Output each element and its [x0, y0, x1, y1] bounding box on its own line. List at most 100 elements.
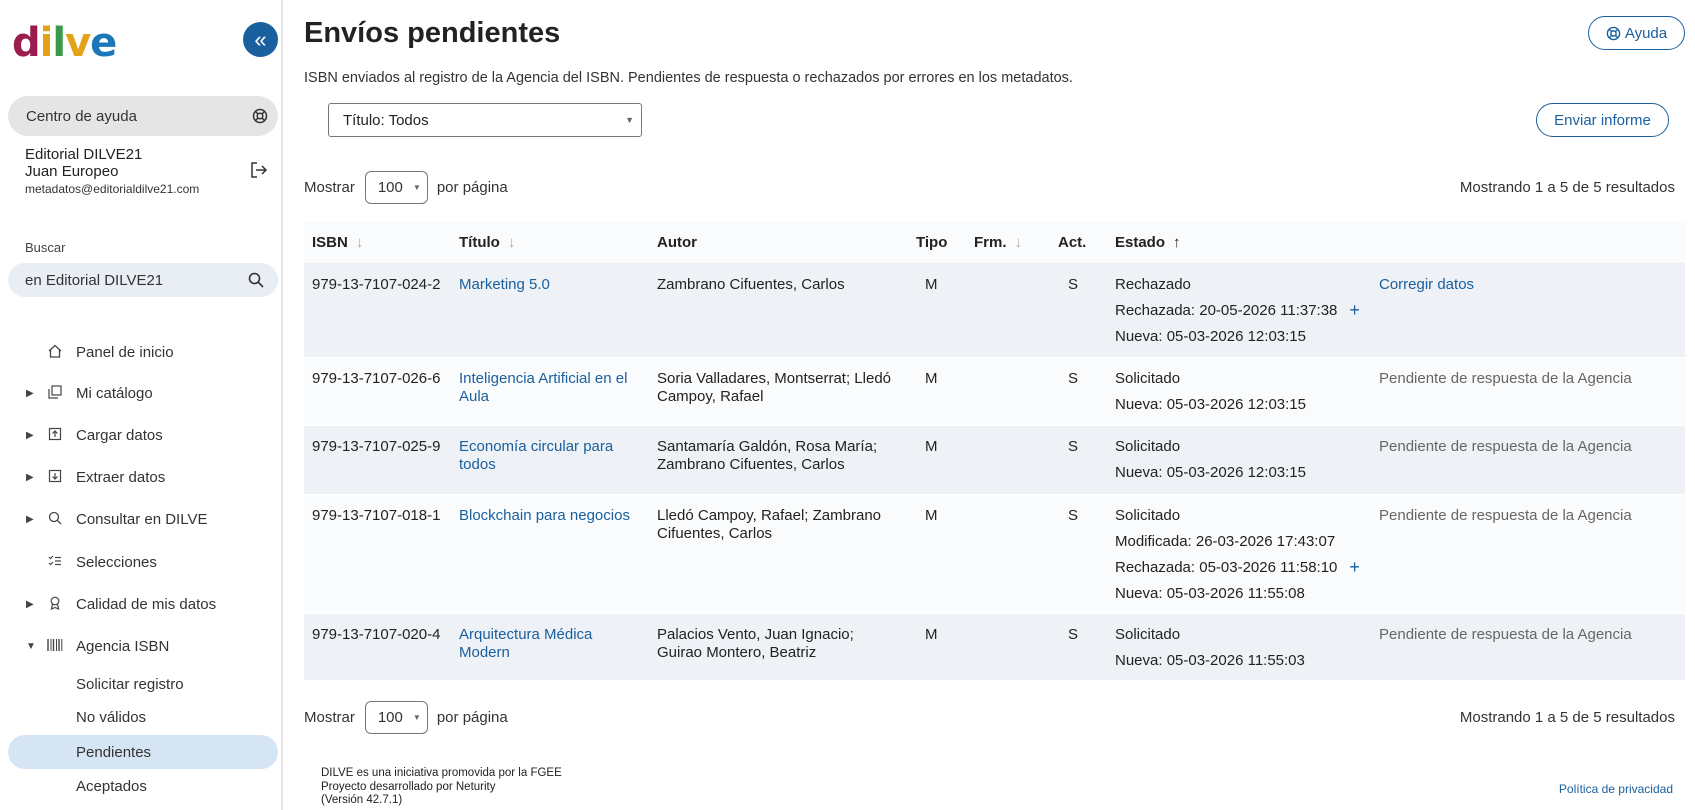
title-link[interactable]: Economía circular para todos	[459, 438, 634, 474]
help-button[interactable]: Ayuda	[1588, 16, 1685, 50]
sidebar-item-pendientes[interactable]: Pendientes	[8, 735, 278, 769]
tipo-cell: M	[925, 370, 938, 387]
sidebar-item-solicitar-registro[interactable]: Solicitar registro	[8, 668, 278, 700]
user-info: Editorial DILVE21 Juan Europeo metadatos…	[25, 146, 275, 198]
search-icon[interactable]	[248, 272, 264, 288]
pending-status: Pendiente de respuesta de la Agencia	[1379, 438, 1632, 455]
estado-history: Rechazada: 05-03-2026 11:58:10	[1115, 559, 1338, 576]
privacy-policy-link[interactable]: Política de privacidad	[1559, 782, 1673, 796]
title-filter-value: Título: Todos	[343, 111, 429, 129]
col-estado-header[interactable]: Estado ↑	[1115, 234, 1181, 251]
pending-status: Pendiente de respuesta de la Agencia	[1379, 507, 1632, 524]
column-label: ISBN	[312, 234, 348, 251]
search-input[interactable]: en Editorial DILVE21	[8, 263, 278, 297]
col-tipo-header: Tipo	[916, 234, 947, 251]
author-cell: Santamaría Galdón, Rosa María; Zambrano …	[657, 438, 878, 473]
sidebar-item-label: Aceptados	[76, 777, 147, 795]
home-icon	[46, 344, 64, 361]
table-row: 979-13-7107-025-9 Economía circular para…	[304, 426, 1685, 495]
sidebar-item-agencia-isbn[interactable]: ▼ Agencia ISBN	[8, 629, 278, 663]
help-button-label: Ayuda	[1624, 24, 1668, 42]
estado-cell: Rechazado Rechazada: 20-05-2026 11:37:38…	[1115, 276, 1360, 354]
sidebar-item-selecciones[interactable]: Selecciones	[8, 545, 278, 579]
sidebar-item-mi-catalogo[interactable]: ▶ Mi catálogo	[8, 376, 278, 410]
help-center-button[interactable]: Centro de ayuda	[8, 96, 278, 136]
estado-history: Rechazada: 20-05-2026 11:37:38	[1115, 302, 1338, 319]
column-label: Act.	[1058, 234, 1087, 251]
logout-icon[interactable]	[250, 162, 268, 183]
pending-table: ISBN ↓ Título ↓ Autor Tipo Frm. ↓ Act. Esta…	[304, 222, 1685, 681]
per-page-select[interactable]: 100 ▼	[364, 170, 428, 204]
column-label: Tipo	[916, 234, 948, 251]
estado-status: Solicitado	[1115, 438, 1181, 455]
estado-history: Nueva: 05-03-2026 12:03:15	[1115, 328, 1306, 345]
footer-info: DILVE es una iniciativa promovida por la…	[321, 767, 562, 808]
per-page-select[interactable]: 100 ▼	[364, 700, 428, 734]
tipo-cell: M	[925, 626, 938, 643]
estado-status: Solicitado	[1115, 626, 1181, 643]
estado-history: Nueva: 05-03-2026 12:03:15	[1115, 396, 1306, 413]
search-label: Buscar	[25, 240, 66, 255]
send-report-button[interactable]: Enviar informe	[1536, 103, 1669, 137]
expand-plus-icon[interactable]: +	[1349, 558, 1360, 576]
sidebar-item-label: Agencia ISBN	[76, 637, 170, 655]
logo-letter: v	[65, 20, 91, 66]
sidebar-item-label: Selecciones	[76, 553, 157, 571]
fix-data-link[interactable]: Corregir datos	[1379, 276, 1474, 294]
estado-status: Solicitado	[1115, 507, 1181, 524]
col-titulo-header[interactable]: Título ↓	[459, 234, 515, 251]
col-frm-header[interactable]: Frm. ↓	[974, 234, 1022, 251]
isbn-cell: 979-13-7107-020-4	[312, 626, 441, 643]
sidebar-item-label: Consultar en DILVE	[76, 510, 208, 528]
sidebar-item-no-validos[interactable]: No válidos	[8, 701, 278, 733]
footer-line: DILVE es una iniciativa promovida por la…	[321, 767, 562, 779]
title-link[interactable]: Inteligencia Artificial en el Aula	[459, 370, 634, 406]
estado-history: Nueva: 05-03-2026 11:55:08	[1115, 585, 1305, 602]
author-cell: Palacios Vento, Juan Ignacio; Guirao Mon…	[657, 626, 854, 661]
page-title: Envíos pendientes	[304, 17, 561, 49]
estado-cell: Solicitado Nueva: 05-03-2026 12:03:15	[1115, 370, 1306, 422]
dropdown-arrow-icon: ▼	[625, 115, 634, 125]
barcode-icon	[46, 638, 64, 654]
pending-status: Pendiente de respuesta de la Agencia	[1379, 370, 1632, 387]
col-isbn-header[interactable]: ISBN ↓	[312, 234, 363, 251]
send-report-label: Enviar informe	[1554, 111, 1651, 129]
logo-letter: i	[39, 20, 54, 66]
caret-right-icon: ▶	[26, 513, 34, 525]
act-cell: S	[1068, 438, 1079, 455]
upload-icon	[46, 427, 64, 444]
title-link[interactable]: Blockchain para negocios	[459, 507, 634, 525]
isbn-cell: 979-13-7107-024-2	[312, 276, 441, 293]
sidebar-item-aceptados[interactable]: Aceptados	[8, 770, 278, 802]
table-row: 979-13-7107-018-1 Blockchain para negoci…	[304, 495, 1685, 614]
sidebar-item-calidad-datos[interactable]: ▶ Calidad de mis datos	[8, 587, 278, 621]
dropdown-arrow-icon: ▼	[412, 182, 421, 192]
expand-plus-icon[interactable]: +	[1349, 301, 1360, 319]
table-header: ISBN ↓ Título ↓ Autor Tipo Frm. ↓ Act. Esta…	[304, 222, 1685, 264]
search-scope-text: en Editorial DILVE21	[25, 271, 164, 289]
caret-right-icon: ▶	[26, 429, 34, 441]
logo-letter: d	[12, 20, 41, 66]
title-filter-select[interactable]: Título: Todos ▼	[328, 103, 642, 137]
isbn-cell: 979-13-7107-018-1	[312, 507, 441, 524]
estado-cell: Solicitado Nueva: 05-03-2026 12:03:15	[1115, 438, 1306, 490]
dropdown-arrow-icon: ▼	[412, 712, 421, 722]
collapse-sidebar-button[interactable]: «	[243, 22, 278, 57]
sidebar-item-consultar-dilve[interactable]: ▶ Consultar en DILVE	[8, 502, 278, 536]
footer-line: Proyecto desarrollado por Neturity	[321, 780, 496, 793]
logo-letter: e	[90, 20, 117, 66]
user-editorial: Editorial DILVE21	[25, 146, 143, 163]
title-link[interactable]: Arquitectura Médica Modern	[459, 626, 634, 662]
user-name: Juan Europeo	[25, 163, 119, 180]
sidebar-item-cargar-datos[interactable]: ▶ Cargar datos	[8, 418, 278, 452]
sidebar-item-panel-inicio[interactable]: Panel de inicio	[8, 335, 278, 369]
title-link[interactable]: Marketing 5.0	[459, 276, 634, 294]
search-icon	[46, 511, 64, 528]
tipo-cell: M	[925, 507, 938, 524]
sort-up-icon: ↑	[1173, 234, 1181, 251]
footer-version: (Versión 42.7.1)	[321, 794, 403, 806]
act-cell: S	[1068, 370, 1079, 387]
estado-history: Nueva: 05-03-2026 11:55:03	[1115, 652, 1305, 669]
sidebar-item-extraer-datos[interactable]: ▶ Extraer datos	[8, 460, 278, 494]
dilve-logo[interactable]: dilve	[12, 20, 117, 66]
